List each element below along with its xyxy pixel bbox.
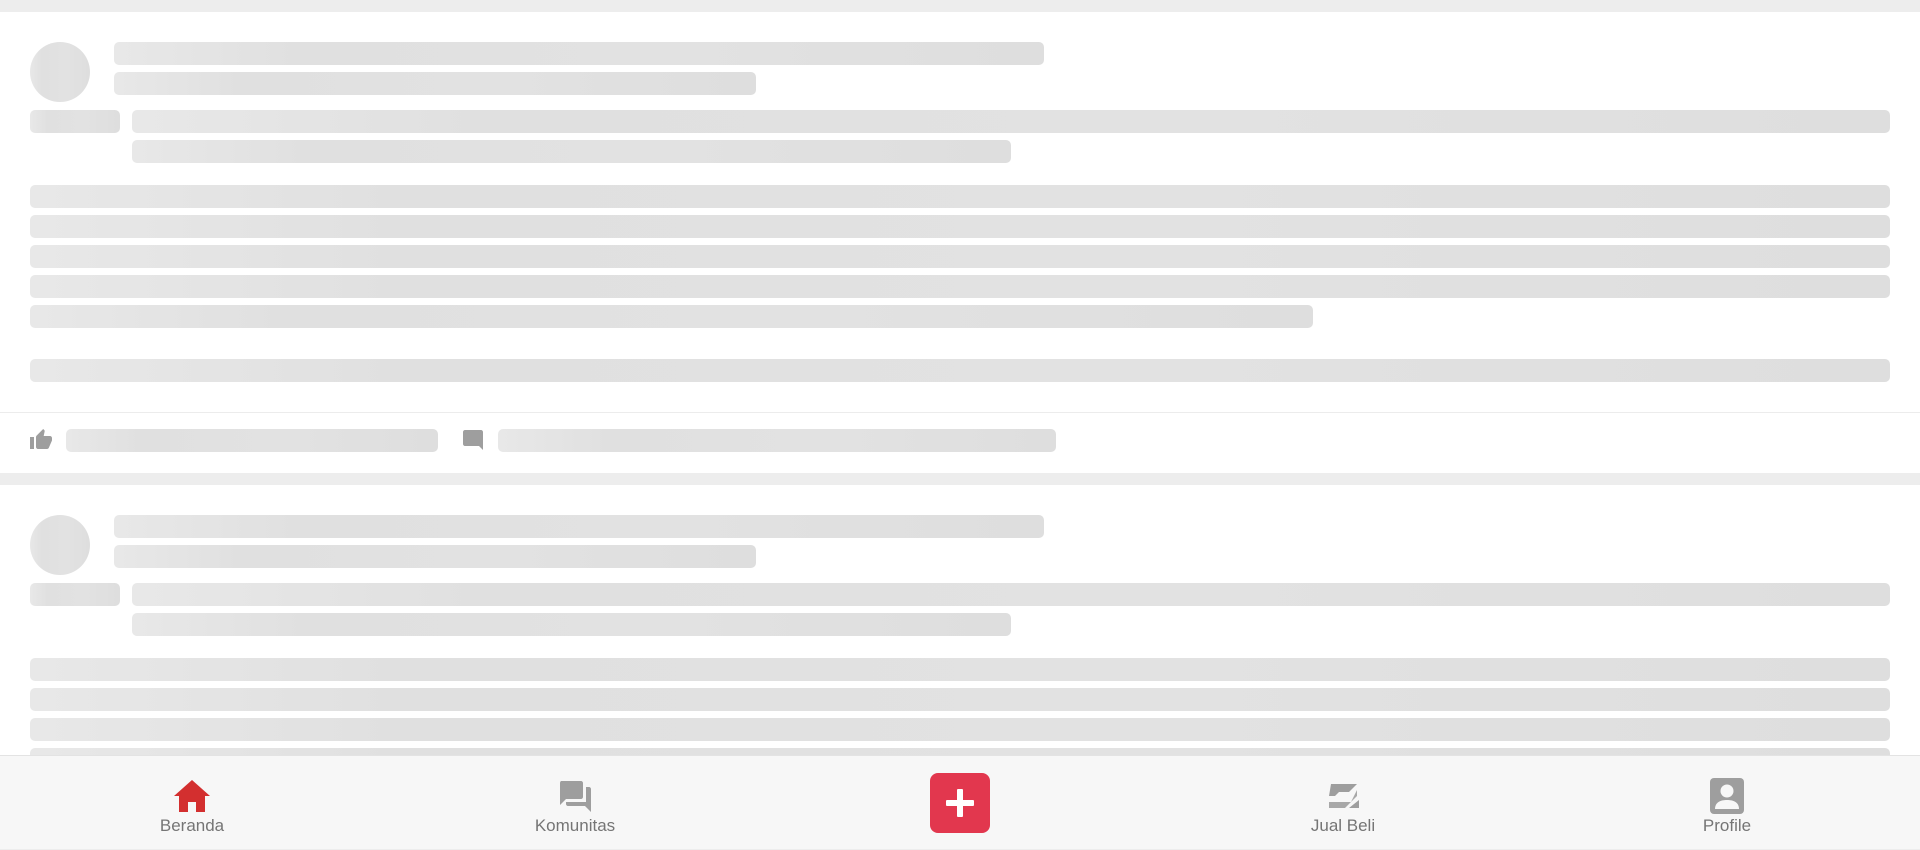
nav-item-profile[interactable]: Profile xyxy=(1637,756,1817,850)
post-footer-placeholder xyxy=(30,359,1890,382)
post-card-skeleton xyxy=(0,485,1920,755)
nav-label: Komunitas xyxy=(534,816,616,835)
comment-count-placeholder xyxy=(498,429,1056,452)
post-body-placeholder xyxy=(30,275,1890,298)
post-body-placeholder xyxy=(30,748,1890,755)
post-title-placeholder xyxy=(132,613,1011,636)
like-count-placeholder xyxy=(66,429,438,452)
post-title-placeholder xyxy=(132,110,1890,133)
category-tag-placeholder xyxy=(30,583,120,606)
nav-item-komunitas[interactable]: Komunitas xyxy=(485,756,665,850)
nav-label: Profile xyxy=(1702,816,1752,835)
author-name-placeholder xyxy=(114,515,1044,538)
category-tag-placeholder xyxy=(30,110,120,133)
forum-icon xyxy=(560,781,591,812)
post-meta-placeholder xyxy=(114,72,756,95)
author-name-placeholder xyxy=(114,42,1044,65)
divider xyxy=(0,412,1920,413)
nav-label: Jual Beli xyxy=(1310,816,1376,835)
post-title-placeholder xyxy=(132,583,1890,606)
bottom-navigation: Beranda Komunitas Jual Beli Profile xyxy=(0,755,1920,849)
comment-icon[interactable] xyxy=(461,428,485,452)
nav-label: Beranda xyxy=(159,816,225,835)
avatar-placeholder xyxy=(30,515,90,575)
post-body-placeholder xyxy=(30,185,1890,208)
plus-icon xyxy=(946,789,974,817)
home-icon xyxy=(174,780,210,812)
nav-item-beranda[interactable]: Beranda xyxy=(102,756,282,850)
avatar-placeholder xyxy=(30,42,90,102)
post-meta-placeholder xyxy=(114,545,756,568)
post-body-placeholder xyxy=(30,305,1313,328)
account-box-icon xyxy=(1710,778,1744,814)
nav-item-jual-beli[interactable]: Jual Beli xyxy=(1253,756,1433,850)
post-title-placeholder xyxy=(132,140,1011,163)
post-body-placeholder xyxy=(30,718,1890,741)
post-card-skeleton xyxy=(0,12,1920,473)
post-body-placeholder xyxy=(30,688,1890,711)
feed xyxy=(0,0,1920,755)
post-body-placeholder xyxy=(30,215,1890,238)
thumb-up-icon[interactable] xyxy=(29,428,53,452)
post-body-placeholder xyxy=(30,658,1890,681)
marketplace-icon xyxy=(1329,784,1359,808)
add-post-button[interactable] xyxy=(930,773,990,833)
post-body-placeholder xyxy=(30,245,1890,268)
